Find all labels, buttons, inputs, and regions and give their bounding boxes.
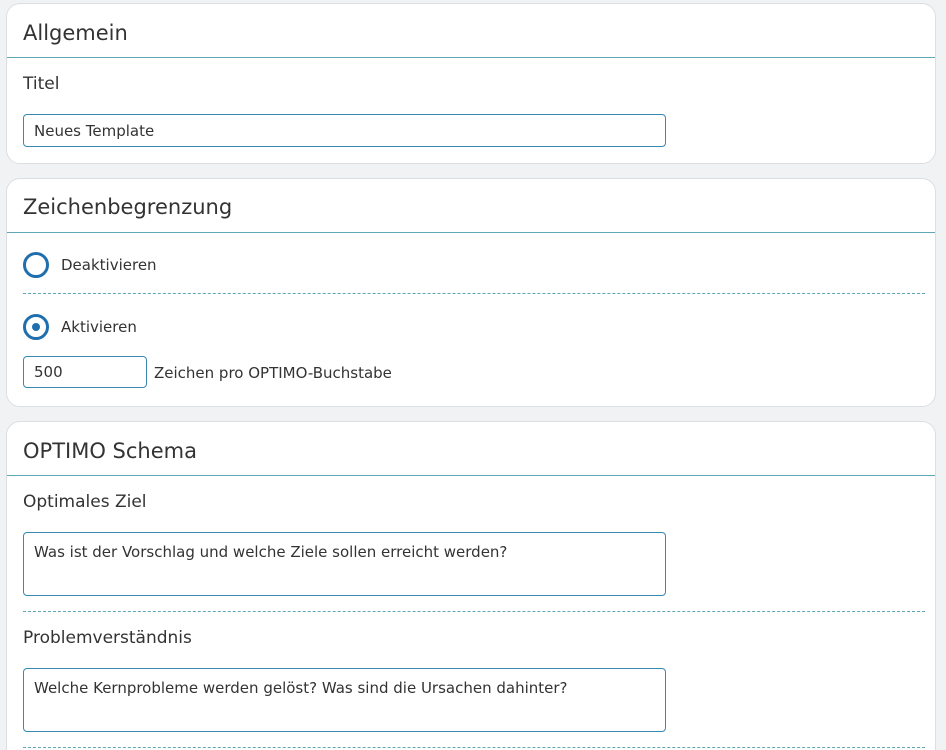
template-editor-page: Allgemein Titel Zeichenbegrenzung Deakti… — [0, 0, 946, 750]
radio-activate-label: Aktivieren — [61, 318, 137, 336]
char-limit-input[interactable] — [23, 356, 147, 388]
radio-checked-icon[interactable] — [23, 314, 49, 340]
radio-activate[interactable]: Aktivieren — [23, 313, 137, 341]
optimo-card-divider — [7, 475, 935, 476]
optimal-goal-textarea[interactable] — [23, 532, 666, 596]
char-limit-suffix: Zeichen pro OPTIMO-Buchstabe — [154, 364, 392, 382]
general-card-title: Allgemein — [23, 21, 128, 45]
radio-deactivate-label: Deaktivieren — [61, 256, 157, 274]
radio-deactivate[interactable]: Deaktivieren — [23, 251, 157, 279]
general-card: Allgemein Titel — [6, 3, 936, 164]
char-limit-card-title: Zeichenbegrenzung — [23, 195, 233, 219]
optimo-separator-1 — [23, 611, 925, 612]
title-input[interactable] — [23, 114, 666, 147]
char-limit-card-divider — [7, 232, 935, 233]
char-limit-separator — [23, 293, 925, 294]
problem-understanding-textarea[interactable] — [23, 668, 666, 732]
radio-unchecked-icon[interactable] — [23, 252, 49, 278]
optimo-card-title: OPTIMO Schema — [23, 439, 197, 463]
title-field-label: Titel — [23, 74, 60, 94]
optimo-separator-2 — [23, 747, 925, 748]
optimo-card: OPTIMO Schema Optimales Ziel Problemvers… — [6, 421, 936, 750]
problem-understanding-label: Problemverständnis — [23, 628, 192, 648]
general-card-divider — [7, 57, 935, 58]
optimal-goal-label: Optimales Ziel — [23, 492, 147, 512]
char-limit-card: Zeichenbegrenzung Deaktivieren Aktiviere… — [6, 178, 936, 407]
